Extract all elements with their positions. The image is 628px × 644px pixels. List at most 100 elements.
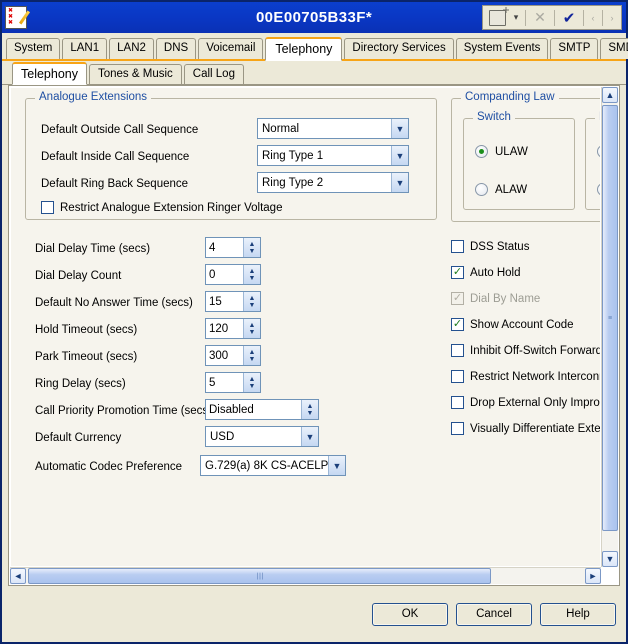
tab-smtp[interactable]: SMTP [550, 38, 599, 59]
chevron-down-icon[interactable]: ▼ [391, 173, 408, 192]
switch-alaw-label: ALAW [495, 183, 528, 196]
hold-timeout-spinner[interactable]: 120 ▲ ▼ [205, 318, 261, 339]
vertical-scrollbar[interactable]: ▲ ≡ ▼ [601, 87, 618, 567]
park-timeout-spinner[interactable]: 300 ▲ ▼ [205, 345, 261, 366]
visually-differentiate-external-checkbox[interactable] [451, 422, 464, 435]
next-button[interactable]: › [605, 7, 619, 28]
new-entry-dropdown[interactable]: ▾ [509, 7, 523, 28]
horizontal-scrollbar[interactable]: ◄ ∣∣∣ ► [10, 567, 601, 584]
switch-alaw-radio[interactable] [475, 183, 488, 196]
chevron-left-icon: ◄ [13, 571, 23, 581]
tab-dns[interactable]: DNS [155, 38, 197, 59]
scroll-down-button[interactable]: ▼ [602, 551, 618, 567]
call-priority-promotion-time-spinner[interactable]: Disabled ▲ ▼ [205, 399, 319, 420]
default-no-answer-time-spinner[interactable]: 15 ▲ ▼ [205, 291, 261, 312]
dialog-footer: OK Cancel Help [2, 586, 626, 642]
previous-button[interactable]: ‹ [586, 7, 600, 28]
chevron-right-icon: ► [588, 571, 598, 581]
auto-hold-checkbox[interactable]: ✓ [451, 266, 464, 279]
tab-voicemail[interactable]: Voicemail [198, 38, 264, 59]
toolbar-separator [525, 9, 526, 26]
scroll-left-button[interactable]: ◄ [10, 568, 26, 584]
validate-button[interactable]: ✔ [557, 7, 581, 28]
automatic-codec-preference-value: G.729(a) 8K CS-ACELP [205, 459, 328, 472]
line-alaw-radio[interactable] [597, 183, 600, 196]
spinner-arrows-icon[interactable]: ▲ ▼ [243, 373, 260, 392]
tab-directory-services[interactable]: Directory Services [344, 38, 454, 59]
scroll-up-button[interactable]: ▲ [602, 87, 618, 103]
dss-status-row[interactable]: DSS Status [451, 240, 529, 253]
default-outside-call-sequence-combo[interactable]: Normal ▼ [257, 118, 409, 139]
park-timeout-value: 300 [209, 349, 229, 362]
subtab-telephony[interactable]: Telephony [12, 62, 87, 85]
vertical-scroll-thumb[interactable]: ≡ [602, 105, 618, 531]
default-ring-back-sequence-value: Ring Type 2 [262, 176, 324, 189]
cancel-button[interactable]: Cancel [456, 602, 532, 626]
restrict-ringer-voltage-label: Restrict Analogue Extension Ringer Volta… [60, 201, 283, 214]
toolbar-separator [554, 9, 555, 26]
spinner-arrows-icon[interactable]: ▲ ▼ [243, 319, 260, 338]
horizontal-scroll-thumb[interactable]: ∣∣∣ [28, 568, 491, 584]
show-account-code-row[interactable]: ✓ Show Account Code [451, 318, 574, 331]
automatic-codec-preference-combo[interactable]: G.729(a) 8K CS-ACELP ▼ [200, 455, 346, 476]
delete-button[interactable]: ✕ [528, 7, 552, 28]
help-button[interactable]: Help [540, 602, 616, 626]
tab-lan1[interactable]: LAN1 [62, 38, 108, 59]
chevron-down-icon[interactable]: ▼ [328, 456, 345, 475]
auto-hold-row[interactable]: ✓ Auto Hold [451, 266, 521, 279]
chevron-down-icon[interactable]: ▼ [301, 427, 318, 446]
spinner-arrows-icon[interactable]: ▲ ▼ [243, 265, 260, 284]
ring-delay-spinner[interactable]: 5 ▲ ▼ [205, 372, 261, 393]
show-account-code-checkbox[interactable]: ✓ [451, 318, 464, 331]
companding-switch-legend: Switch [473, 111, 515, 123]
dial-delay-count-spinner[interactable]: 0 ▲ ▼ [205, 264, 261, 285]
restrict-network-interconnect-checkbox[interactable] [451, 370, 464, 383]
tab-system[interactable]: System [6, 38, 61, 59]
switch-ulaw-radio[interactable] [475, 145, 488, 158]
default-outside-call-sequence-label: Default Outside Call Sequence [41, 124, 199, 136]
inhibit-off-switch-forward-row[interactable]: Inhibit Off-Switch Forward/T [451, 344, 600, 357]
switch-ulaw-label: ULAW [495, 145, 528, 158]
tab-smdr[interactable]: SMDR [600, 38, 628, 59]
switch-ulaw-radio-row[interactable]: ULAW [475, 145, 528, 158]
automatic-codec-preference-label: Automatic Codec Preference [35, 461, 183, 473]
dss-status-checkbox[interactable] [451, 240, 464, 253]
spinner-arrows-icon[interactable]: ▲ ▼ [301, 400, 318, 419]
default-currency-combo[interactable]: USD ▼ [205, 426, 319, 447]
spinner-arrows-icon[interactable]: ▲ ▼ [243, 292, 260, 311]
subtab-call-log[interactable]: Call Log [183, 64, 244, 84]
line-ulaw-radio-row[interactable]: UL [597, 145, 600, 158]
chevron-down-icon[interactable]: ▼ [391, 146, 408, 165]
title-bar: ✖ ✖ ✖ 00E00705B33F* ▾ ✕ ✔ ‹ › [2, 2, 626, 33]
drop-external-only-impromptu-checkbox[interactable] [451, 396, 464, 409]
inhibit-off-switch-forward-checkbox[interactable] [451, 344, 464, 357]
scroll-right-button[interactable]: ► [585, 568, 601, 584]
chevron-down-icon[interactable]: ▼ [391, 119, 408, 138]
tab-telephony[interactable]: Telephony [265, 37, 343, 61]
companding-line-legend: Line [595, 111, 600, 123]
tab-lan2[interactable]: LAN2 [109, 38, 154, 59]
visually-differentiate-external-row[interactable]: Visually Differentiate Externa [451, 422, 600, 435]
ok-button[interactable]: OK [372, 602, 448, 626]
subtab-tones-music[interactable]: Tones & Music [89, 64, 182, 84]
line-ulaw-radio[interactable] [597, 145, 600, 158]
companding-switch-group: Switch [463, 111, 575, 210]
spinner-arrows-icon[interactable]: ▲ ▼ [243, 346, 260, 365]
hold-timeout-label: Hold Timeout (secs) [35, 324, 138, 336]
restrict-network-interconnect-label: Restrict Network Interconne [470, 370, 600, 383]
new-entry-button[interactable] [485, 6, 509, 28]
settings-panel-frame: Analogue Extensions Default Outside Call… [8, 85, 620, 586]
spinner-arrows-icon[interactable]: ▲ ▼ [243, 238, 260, 257]
restrict-ringer-voltage-checkbox[interactable] [41, 201, 54, 214]
dial-delay-time-spinner[interactable]: 4 ▲ ▼ [205, 237, 261, 258]
restrict-ringer-voltage-row[interactable]: Restrict Analogue Extension Ringer Volta… [41, 201, 282, 214]
drop-external-only-impromptu-row[interactable]: Drop External Only Impromp [451, 396, 600, 409]
restrict-network-interconnect-row[interactable]: Restrict Network Interconne [451, 370, 600, 383]
default-ring-back-sequence-combo[interactable]: Ring Type 2 ▼ [257, 172, 409, 193]
switch-alaw-radio-row[interactable]: ALAW [475, 183, 527, 196]
line-alaw-radio-row[interactable]: AL [597, 183, 600, 196]
default-inside-call-sequence-combo[interactable]: Ring Type 1 ▼ [257, 145, 409, 166]
tab-system-events[interactable]: System Events [455, 38, 549, 59]
companding-line-group: Line [585, 111, 600, 210]
default-inside-call-sequence-value: Ring Type 1 [262, 149, 324, 162]
